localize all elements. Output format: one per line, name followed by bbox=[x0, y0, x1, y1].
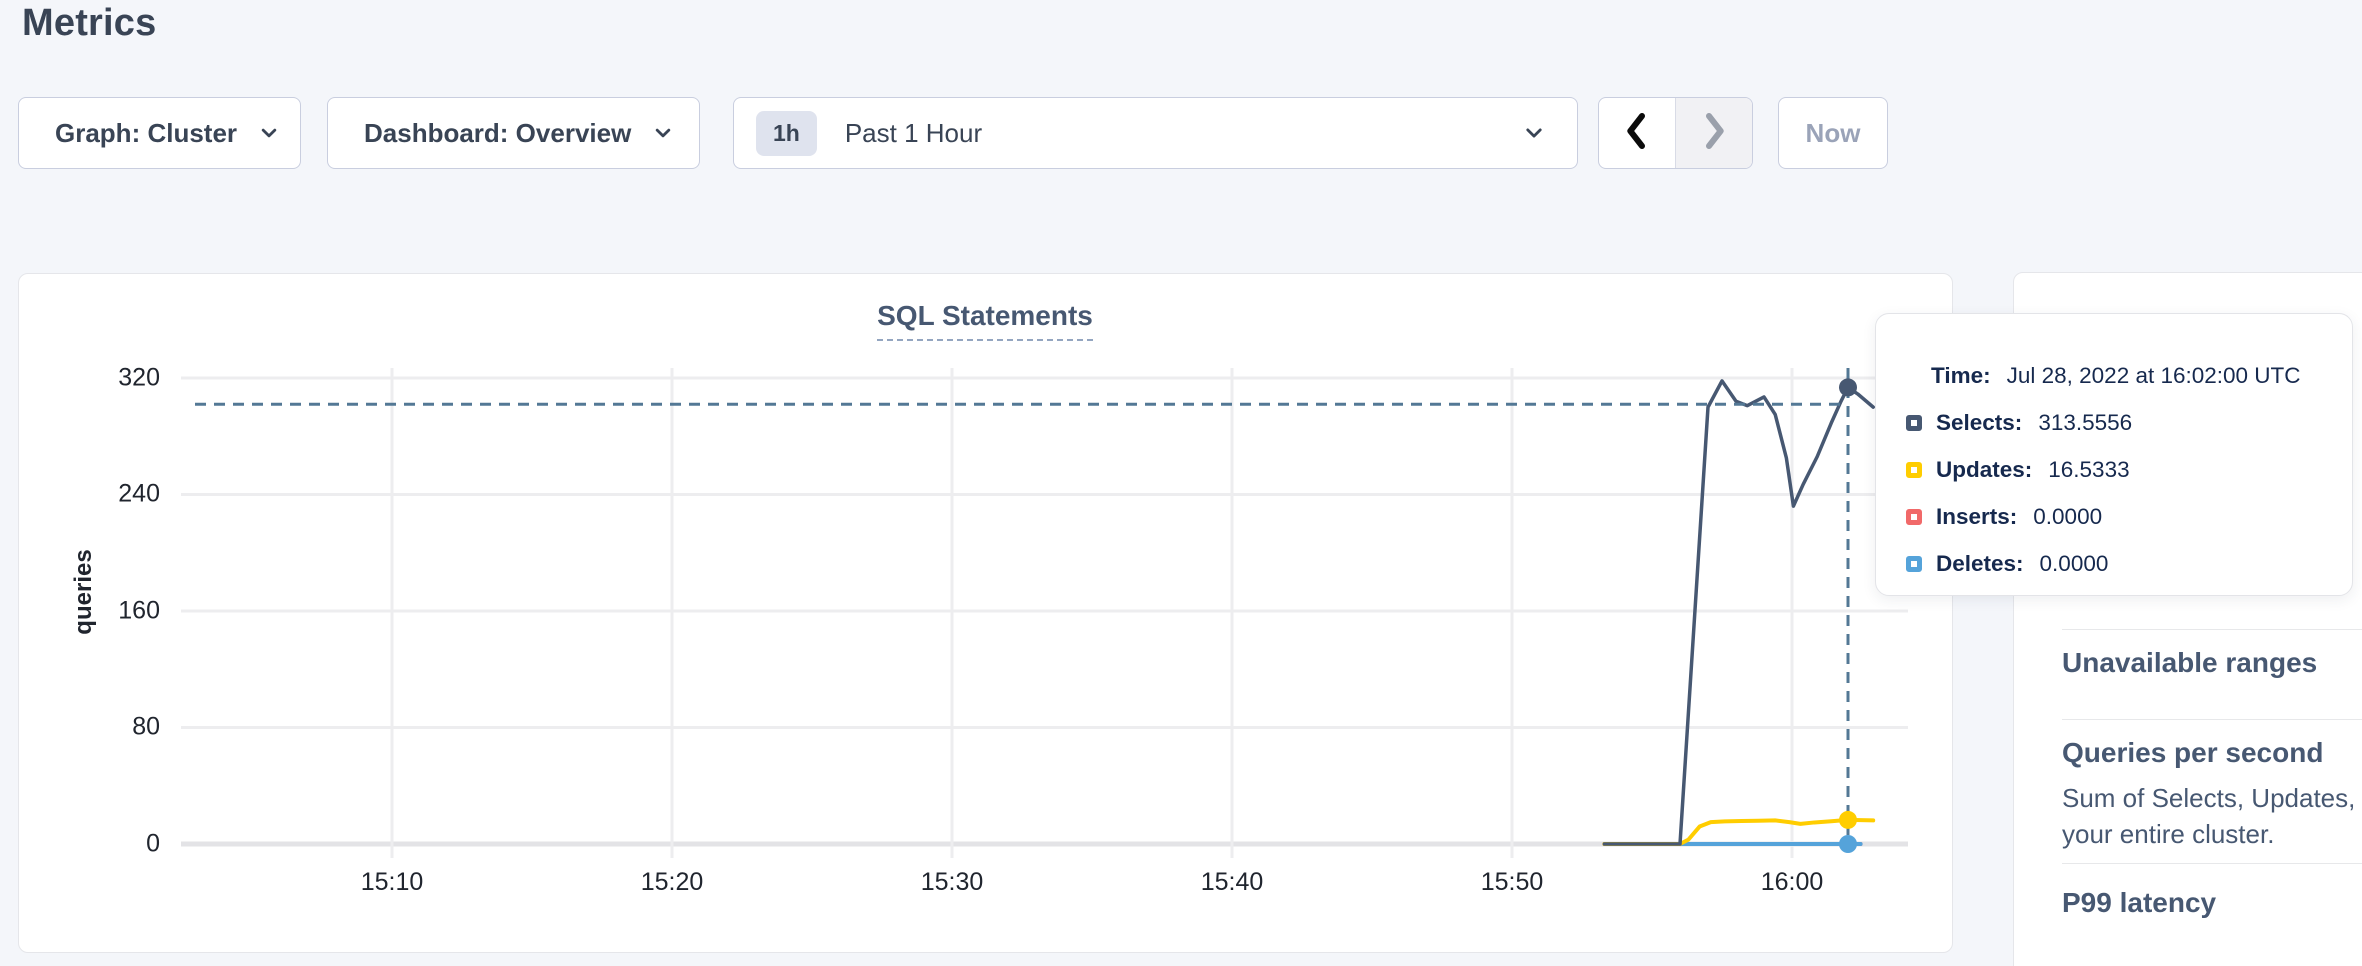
tooltip-series-row: Selects: 313.5556 bbox=[1906, 399, 2352, 446]
y-tick-0: 0 bbox=[50, 830, 160, 859]
time-nav-arrows bbox=[1598, 97, 1753, 169]
page-title: Metrics bbox=[22, 2, 156, 45]
tooltip-series-row: Deletes: 0.0000 bbox=[1906, 540, 2352, 587]
sidebar-divider bbox=[2062, 629, 2362, 630]
now-button-label: Now bbox=[1806, 118, 1861, 149]
sidebar-section-description-line: your entire cluster. bbox=[2062, 819, 2274, 850]
graph-dropdown-label: Graph: Cluster bbox=[55, 118, 237, 149]
updates-label: Updates: bbox=[1936, 457, 2032, 483]
updates-series-marker bbox=[1906, 462, 1922, 478]
sidebar-section-p99-latency: P99 latency bbox=[2062, 887, 2216, 919]
y-tick-80: 80 bbox=[50, 713, 160, 742]
x-tick-1530: 15:30 bbox=[892, 868, 1012, 897]
chevron-down-icon bbox=[255, 119, 283, 147]
chart-hover-tooltip: Time: Jul 28, 2022 at 16:02:00 UTC Selec… bbox=[1875, 313, 2353, 596]
chevron-down-icon bbox=[649, 119, 677, 147]
tooltip-series-row: Updates: 16.5333 bbox=[1906, 446, 2352, 493]
x-tick-1540: 15:40 bbox=[1172, 868, 1292, 897]
y-tick-160: 160 bbox=[50, 597, 160, 626]
x-tick-1520: 15:20 bbox=[612, 868, 732, 897]
inserts-value: 0.0000 bbox=[2033, 504, 2102, 530]
y-tick-240: 240 bbox=[50, 480, 160, 509]
chart-title-wrap: SQL Statements bbox=[0, 300, 1970, 341]
deletes-label: Deletes: bbox=[1936, 551, 2024, 577]
chevron-down-icon bbox=[1519, 118, 1549, 148]
sidebar-section-description-line: Sum of Selects, Updates, Inser bbox=[2062, 783, 2362, 814]
sidebar-section-unavailable-ranges: Unavailable ranges bbox=[2062, 647, 2317, 679]
sidebar-divider bbox=[2062, 719, 2362, 720]
tooltip-time-value: Jul 28, 2022 at 16:02:00 UTC bbox=[2007, 363, 2301, 389]
graph-dropdown[interactable]: Graph: Cluster bbox=[18, 97, 301, 169]
x-tick-1510: 15:10 bbox=[332, 868, 452, 897]
chart-plot-area[interactable] bbox=[181, 368, 1908, 844]
x-tick-1550: 15:50 bbox=[1452, 868, 1572, 897]
tooltip-time-row: Time: Jul 28, 2022 at 16:02:00 UTC bbox=[1906, 352, 2352, 399]
time-range-dropdown[interactable]: 1h Past 1 Hour bbox=[733, 97, 1578, 169]
sidebar-section-queries-per-second: Queries per second bbox=[2062, 737, 2323, 769]
time-range-badge: 1h bbox=[756, 111, 817, 156]
now-button[interactable]: Now bbox=[1778, 97, 1888, 169]
chart-title[interactable]: SQL Statements bbox=[877, 300, 1093, 341]
chevron-right-icon bbox=[1694, 109, 1734, 158]
deletes-value: 0.0000 bbox=[2040, 551, 2109, 577]
chevron-left-icon bbox=[1617, 109, 1657, 158]
sidebar-divider bbox=[2062, 863, 2362, 864]
inserts-label: Inserts: bbox=[1936, 504, 2017, 530]
x-tick-1600: 16:00 bbox=[1732, 868, 1852, 897]
tooltip-time-label: Time: bbox=[1931, 363, 1991, 389]
updates-value: 16.5333 bbox=[2048, 457, 2129, 483]
y-tick-320: 320 bbox=[50, 364, 160, 393]
selects-series-marker bbox=[1906, 415, 1922, 431]
selects-label: Selects: bbox=[1936, 410, 2022, 436]
inserts-series-marker bbox=[1906, 509, 1922, 525]
selects-value: 313.5556 bbox=[2038, 410, 2132, 436]
tooltip-series-row: Inserts: 0.0000 bbox=[1906, 493, 2352, 540]
time-range-label: Past 1 Hour bbox=[845, 118, 982, 149]
dashboard-dropdown-label: Dashboard: Overview bbox=[364, 118, 631, 149]
prev-time-button[interactable] bbox=[1599, 98, 1675, 168]
deletes-series-marker bbox=[1906, 556, 1922, 572]
dashboard-dropdown[interactable]: Dashboard: Overview bbox=[327, 97, 700, 169]
next-time-button[interactable] bbox=[1675, 98, 1752, 168]
